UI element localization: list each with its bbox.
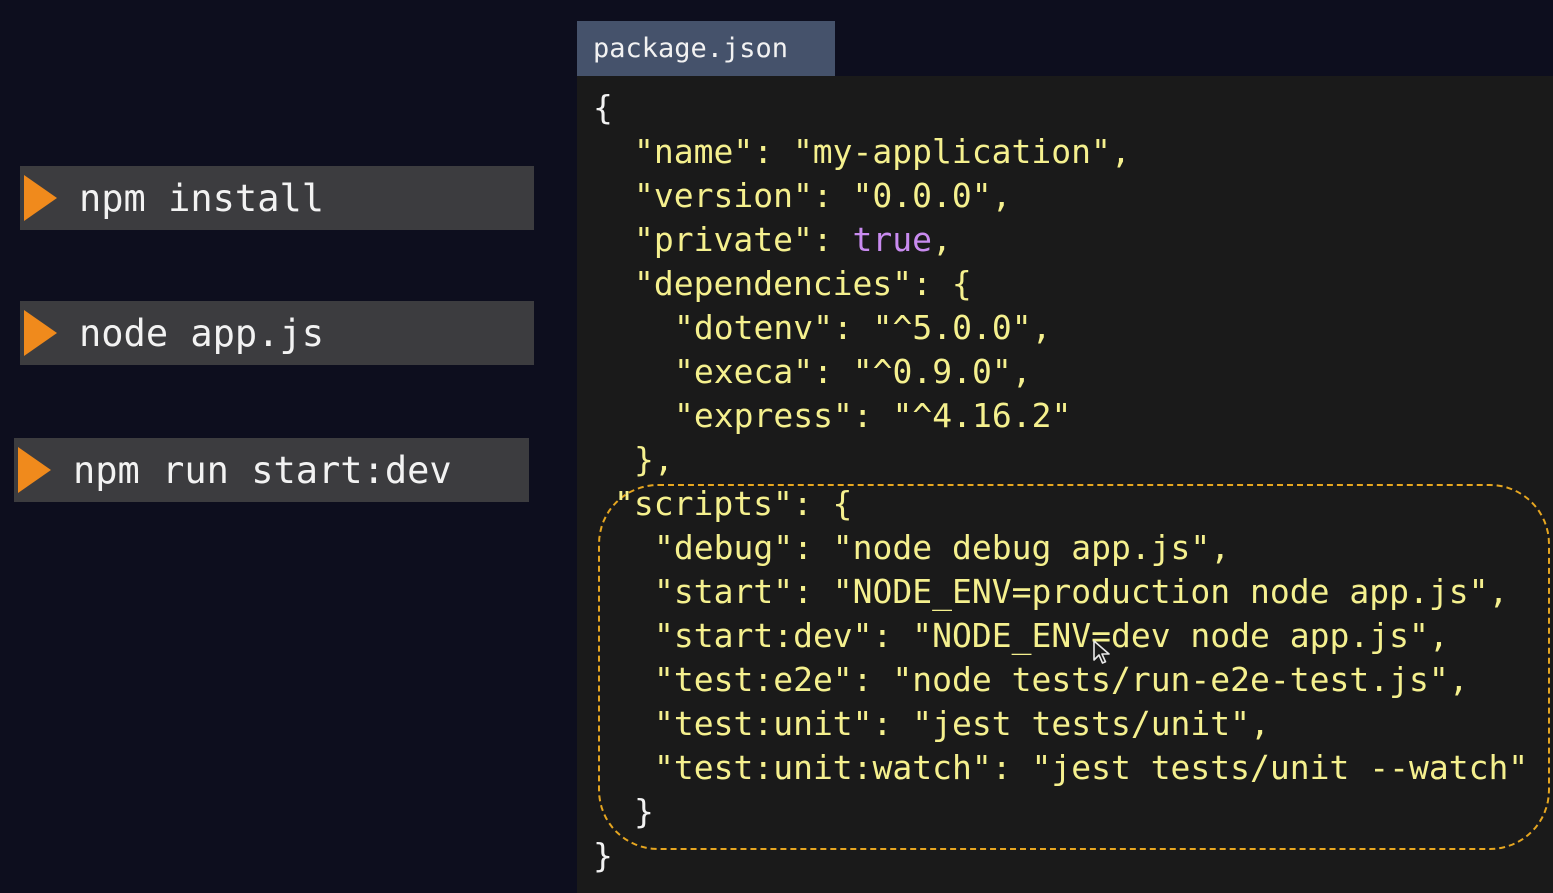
mouse-pointer-icon: [1093, 640, 1110, 664]
file-tab-title: package.json: [593, 33, 789, 64]
play-triangle-icon: [24, 175, 57, 221]
code-line-18: }: [593, 836, 613, 875]
code-line-3: "version": "0.0.0",: [634, 176, 1012, 215]
command-label: node app.js: [79, 311, 325, 355]
code-line-16: "test:unit:watch": "jest tests/unit --wa…: [654, 748, 1529, 787]
command-npm-install: npm install: [20, 166, 534, 230]
code-line-14: "test:e2e": "node tests/run-e2e-test.js"…: [654, 660, 1469, 699]
command-node-app: node app.js: [20, 301, 534, 365]
code-value-true: true: [852, 220, 933, 259]
file-tab-package-json[interactable]: package.json: [577, 21, 835, 76]
command-label: npm install: [79, 176, 325, 220]
code-line-13: "start:dev": "NODE_ENV=dev node app.js",: [654, 616, 1449, 655]
code-line-2: "name": "my-application",: [634, 132, 1131, 171]
code-line-15: "test:unit": "jest tests/unit",: [654, 704, 1270, 743]
play-triangle-icon: [18, 447, 51, 493]
code-line-1: {: [593, 88, 613, 127]
command-npm-run-start-dev: npm run start:dev: [14, 438, 529, 502]
code-line-12: "start": "NODE_ENV=production node app.j…: [654, 572, 1509, 611]
code-line-5: "dependencies": {: [634, 264, 972, 303]
code-key-private: "private":: [634, 220, 853, 259]
play-triangle-icon: [24, 310, 57, 356]
code-line-9: },: [634, 440, 674, 479]
code-line-6: "dotenv": "^5.0.0",: [674, 308, 1052, 347]
code-line-10: "scripts": {: [614, 484, 853, 523]
slide: npm install node app.js npm run start:de…: [0, 0, 1553, 893]
code-line-8: "express": "^4.16.2": [674, 396, 1072, 435]
code-comma: ,: [932, 220, 952, 259]
code-line-11: "debug": "node debug app.js",: [654, 528, 1231, 567]
code-line-17: }: [634, 792, 654, 831]
code-line-7: "execa": "^0.9.0",: [674, 352, 1032, 391]
code-line-4: "private": true,: [634, 220, 952, 260]
command-label: npm run start:dev: [73, 448, 452, 492]
